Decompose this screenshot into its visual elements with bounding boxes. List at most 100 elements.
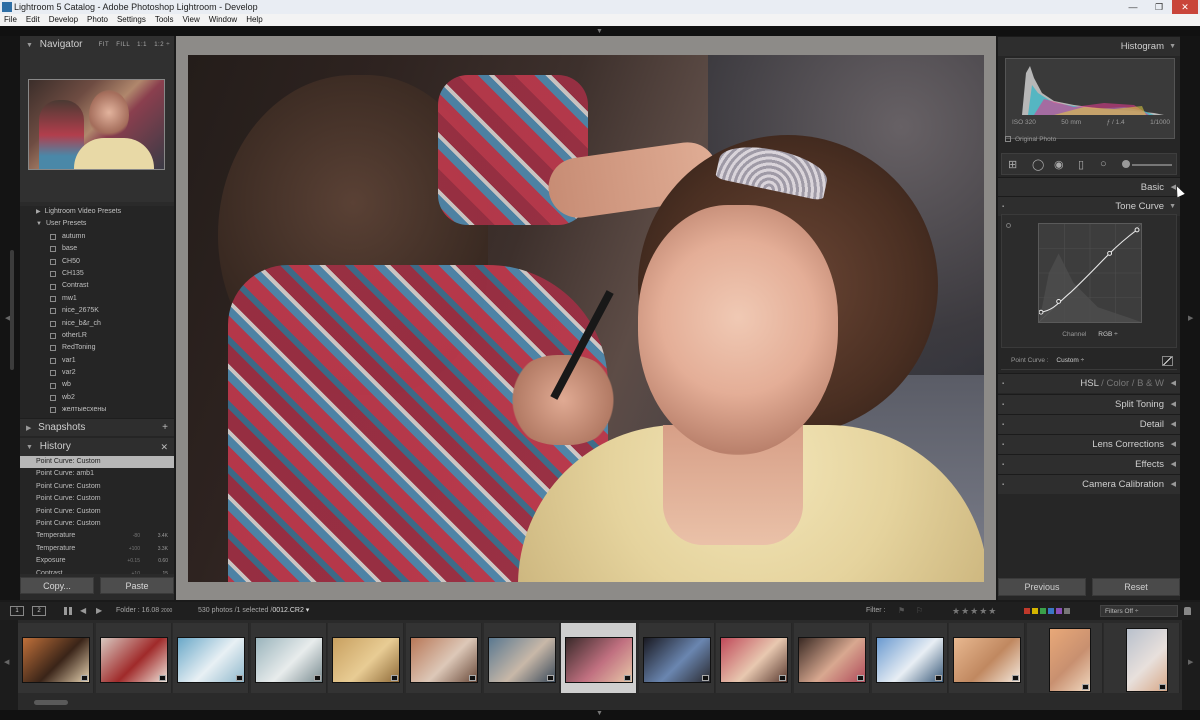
preset-folder[interactable]: ▼ User Presets — [20, 218, 174, 230]
history-item[interactable]: Point Curve: Custom — [20, 518, 174, 530]
filmstrip-right-edge[interactable]: ▶ — [1182, 620, 1200, 710]
right-panel-toggle[interactable]: ▶ — [1180, 36, 1200, 600]
histogram-header[interactable]: Histogram ▼ — [998, 36, 1180, 56]
preset-item[interactable]: base — [20, 243, 174, 255]
color-tab[interactable]: Color — [1106, 378, 1129, 389]
filmstrip-thumbnail[interactable] — [720, 637, 789, 683]
filmstrip-cell[interactable] — [406, 623, 482, 693]
filmstrip-thumbnail[interactable] — [22, 637, 90, 683]
zoom-1-2[interactable]: 1:2 ÷ — [154, 42, 170, 48]
original-photo-checkbox[interactable] — [1005, 136, 1011, 143]
filmstrip-thumbnail[interactable] — [332, 637, 401, 683]
menu-help[interactable]: Help — [246, 14, 262, 26]
menu-develop[interactable]: Develop — [49, 14, 78, 26]
filmstrip-cell[interactable] — [716, 623, 793, 693]
history-item[interactable]: Point Curve: Custom — [20, 456, 174, 469]
back-arrow-icon[interactable]: ◀ — [80, 602, 86, 620]
preset-item[interactable]: Contrast — [20, 280, 174, 292]
original-photo-toggle[interactable]: Original Photo — [1005, 136, 1056, 143]
filmstrip-cell[interactable] — [18, 623, 94, 693]
snapshots-header[interactable]: ▶ Snapshots + — [20, 419, 174, 437]
secondary-window-button[interactable]: 2 — [32, 606, 46, 616]
panel-switch-icon[interactable]: ▪ — [1002, 455, 1004, 475]
graduated-filter-icon[interactable]: ▯ — [1078, 158, 1084, 171]
camera-calibration-header[interactable]: ▪ Camera Calibration ◀ — [998, 474, 1180, 494]
history-item[interactable]: Contrast +10 15 — [20, 568, 174, 574]
edit-point-curve-icon[interactable] — [1162, 356, 1173, 366]
history-item[interactable]: Point Curve: amb1 — [20, 468, 174, 480]
filmstrip-thumbnail[interactable] — [410, 637, 478, 683]
lens-corrections-header[interactable]: ▪ Lens Corrections ◀ — [998, 434, 1180, 454]
red-eye-icon[interactable]: ◉ — [1054, 158, 1064, 171]
forward-arrow-icon[interactable]: ▶ — [96, 602, 102, 620]
reset-button[interactable]: Reset — [1092, 578, 1180, 596]
bottom-panel-toggle[interactable]: ▼ — [0, 710, 1200, 720]
clear-history-icon[interactable]: ✕ — [160, 438, 168, 456]
preset-item[interactable]: CH135 — [20, 268, 174, 280]
star-rating-filter[interactable]: ★★★★★ — [952, 602, 997, 620]
history-item[interactable]: Point Curve: Custom — [20, 506, 174, 518]
detail-header[interactable]: ▪ Detail ◀ — [998, 414, 1180, 434]
flag-filter-icon[interactable]: ⚑ — [898, 602, 905, 620]
filmstrip-thumbnail[interactable] — [1126, 628, 1169, 692]
zoom-fill[interactable]: FILL — [116, 42, 130, 48]
panel-switch-icon[interactable]: ▪ — [1002, 415, 1004, 435]
filmstrip-thumbnail[interactable] — [565, 637, 634, 683]
preset-item[interactable]: CH50 — [20, 256, 174, 268]
tone-curve-graph[interactable] — [1038, 223, 1142, 323]
adjustment-brush-knob[interactable] — [1122, 160, 1130, 168]
history-item[interactable]: Temperature +100 3.3K — [20, 543, 174, 555]
color-label-swatch[interactable] — [1024, 608, 1030, 614]
filmstrip-cell[interactable] — [95, 623, 172, 693]
basic-panel-header[interactable]: Basic ◀ — [998, 177, 1180, 197]
filmstrip-thumbnail[interactable] — [642, 637, 711, 683]
color-label-swatch[interactable] — [1048, 608, 1054, 614]
preset-folder[interactable]: ▶ Lightroom Video Presets — [20, 206, 174, 218]
filmstrip-cell[interactable] — [1104, 623, 1181, 693]
paste-button[interactable]: Paste — [100, 577, 174, 594]
tone-curve-header[interactable]: ▪ Tone Curve ▼ — [998, 196, 1180, 216]
main-image-area[interactable] — [176, 36, 996, 600]
color-label-swatch[interactable] — [1032, 608, 1038, 614]
filmstrip-cell[interactable] — [949, 623, 1026, 693]
menu-edit[interactable]: Edit — [26, 14, 40, 26]
grid-view-icon[interactable] — [64, 607, 72, 615]
filmstrip-thumbnail[interactable] — [1048, 628, 1091, 692]
menu-settings[interactable]: Settings — [117, 14, 146, 26]
menu-tools[interactable]: Tools — [155, 14, 174, 26]
main-window-button[interactable]: 1 — [10, 606, 24, 616]
menu-view[interactable]: View — [183, 14, 200, 26]
filmstrip-cell[interactable] — [1026, 623, 1103, 693]
menu-photo[interactable]: Photo — [87, 14, 108, 26]
filmstrip-cell[interactable] — [173, 623, 250, 693]
menu-window[interactable]: Window — [209, 14, 237, 26]
adjustment-brush-slider[interactable] — [1132, 164, 1172, 166]
filmstrip-thumbnail[interactable] — [254, 637, 323, 683]
copy-button[interactable]: Copy... — [20, 577, 94, 594]
preset-item[interactable]: mw1 — [20, 293, 174, 305]
preset-item[interactable]: otherLR — [20, 330, 174, 342]
minimize-button[interactable]: — — [1120, 0, 1146, 14]
history-header[interactable]: ▼ History ✕ — [20, 438, 174, 456]
hsl-tab[interactable]: HSL — [1080, 378, 1098, 389]
color-label-swatch[interactable] — [1056, 608, 1062, 614]
filmstrip-scrollbar[interactable] — [34, 700, 68, 705]
history-item[interactable]: Point Curve: Custom — [20, 493, 174, 505]
filmstrip-cell[interactable] — [483, 623, 560, 693]
bw-tab[interactable]: B & W — [1137, 378, 1164, 389]
filmstrip-thumbnail[interactable] — [99, 637, 168, 683]
add-snapshot-icon[interactable]: + — [162, 419, 168, 437]
filmstrip-thumbnail[interactable] — [798, 637, 866, 683]
preset-item[interactable]: wb2 — [20, 392, 174, 404]
close-button[interactable]: ✕ — [1172, 0, 1198, 14]
preset-item[interactable]: RedToning — [20, 342, 174, 354]
histogram-display[interactable]: ISO 320 50 mm ƒ / 1.4 1/1000 — [1005, 58, 1175, 139]
preset-item[interactable]: nice_2675K — [20, 305, 174, 317]
spot-removal-icon[interactable]: ◯ — [1032, 158, 1044, 171]
effects-header[interactable]: ▪ Effects ◀ — [998, 454, 1180, 474]
lock-icon[interactable] — [1184, 607, 1191, 615]
navigator-preview[interactable] — [28, 79, 165, 170]
filmstrip-thumbnail[interactable] — [487, 637, 556, 683]
panel-switch-icon[interactable]: ▪ — [1002, 374, 1004, 394]
filmstrip-cell[interactable] — [328, 623, 405, 693]
